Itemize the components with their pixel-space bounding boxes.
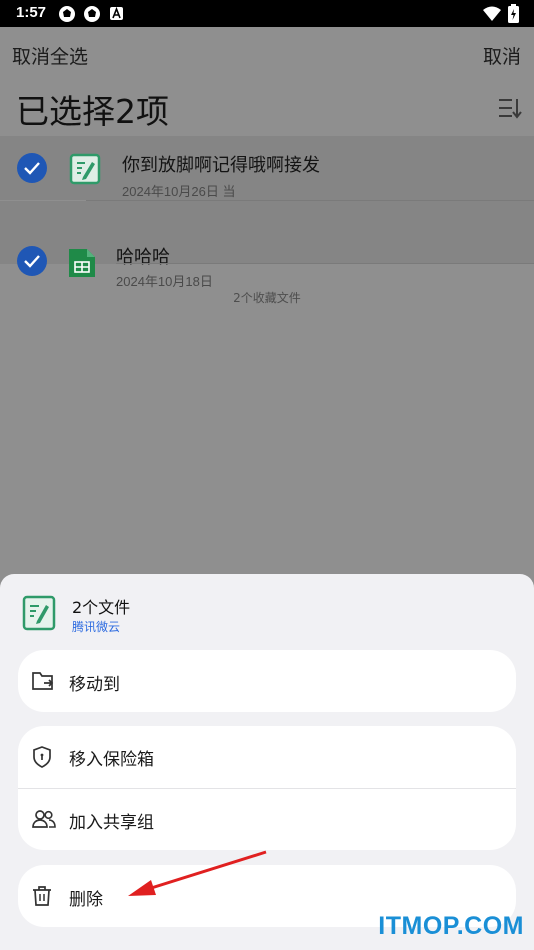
watermark-logo: ITMOP.COM <box>378 912 524 940</box>
folder-move-icon <box>32 672 54 690</box>
action-sheet: 2个文件 腾讯微云 移动到 移入保险箱 加入共享组 删除 <box>0 574 534 950</box>
cancel-select-all-button[interactable]: 取消全选 <box>12 42 88 69</box>
group-icon <box>32 810 56 828</box>
selected-check-icon[interactable] <box>17 153 47 183</box>
file-name: 你到放脚啊记得哦啊接发 <box>122 155 320 176</box>
status-bar: 1:57 <box>0 0 534 27</box>
file-row[interactable]: 你到放脚啊记得哦啊接发 2024年10月26日 当 <box>0 136 534 200</box>
battery-charging-icon <box>508 4 519 23</box>
selected-check-icon[interactable] <box>17 246 47 276</box>
move-to-vault-button[interactable]: 移入保险箱 <box>18 726 516 788</box>
add-to-share-group-label: 加入共享组 <box>69 813 154 833</box>
sort-icon[interactable] <box>498 97 522 119</box>
cancel-button[interactable]: 取消 <box>483 42 521 69</box>
aperture-icon <box>84 6 100 22</box>
file-name: 哈哈哈 <box>116 247 170 268</box>
sheet-title: 2个文件 <box>72 598 131 617</box>
note-doc-icon <box>69 153 101 185</box>
row-divider <box>116 263 534 264</box>
files-count-text: 2个收藏文件 <box>233 291 301 305</box>
status-time: 1:57 <box>16 4 47 21</box>
file-row[interactable]: 哈哈哈 2024年10月18日 <box>0 201 534 289</box>
delete-label: 删除 <box>69 890 103 910</box>
wifi-icon <box>483 6 501 21</box>
move-to-button[interactable]: 移动到 <box>18 650 516 712</box>
aperture-icon <box>59 6 75 22</box>
sheet-doc-icon <box>69 249 95 277</box>
trash-icon <box>33 886 51 906</box>
move-to-label: 移动到 <box>69 675 120 695</box>
add-to-share-group-button[interactable]: 加入共享组 <box>18 789 516 851</box>
move-card: 移动到 <box>18 650 516 712</box>
file-date: 2024年10月26日 当 <box>122 184 236 199</box>
page-title: 已选择2项 <box>16 92 169 131</box>
sheet-subtitle: 腾讯微云 <box>72 620 121 634</box>
file-date: 2024年10月18日 <box>116 274 213 289</box>
shield-icon <box>33 746 51 768</box>
vault-share-card: 移入保险箱 加入共享组 <box>18 726 516 850</box>
move-to-vault-label: 移入保险箱 <box>69 750 154 770</box>
note-doc-icon <box>22 595 56 631</box>
text-a-icon <box>110 7 123 20</box>
